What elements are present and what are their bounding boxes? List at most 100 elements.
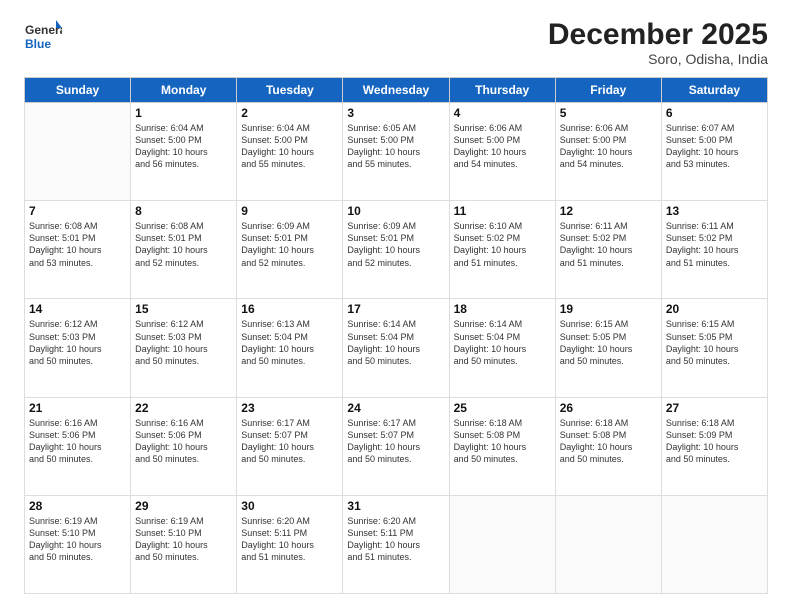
day-number: 27 <box>666 401 763 415</box>
day-number: 10 <box>347 204 444 218</box>
calendar-day-cell: 25 Sunrise: 6:18 AMSunset: 5:08 PMDayligh… <box>449 397 555 495</box>
day-number: 30 <box>241 499 338 513</box>
calendar-day-cell <box>555 495 661 593</box>
calendar-day-cell: 26 Sunrise: 6:18 AMSunset: 5:08 PMDayligh… <box>555 397 661 495</box>
day-info: Sunrise: 6:11 AMSunset: 5:02 PMDaylight:… <box>666 220 763 269</box>
day-number: 8 <box>135 204 232 218</box>
calendar-day-cell: 23 Sunrise: 6:17 AMSunset: 5:07 PMDayligh… <box>237 397 343 495</box>
calendar-day-cell: 10 Sunrise: 6:09 AMSunset: 5:01 PMDayligh… <box>343 201 449 299</box>
day-number: 6 <box>666 106 763 120</box>
day-info: Sunrise: 6:18 AMSunset: 5:09 PMDaylight:… <box>666 417 763 466</box>
month-title: December 2025 <box>548 18 768 51</box>
day-number: 23 <box>241 401 338 415</box>
day-info: Sunrise: 6:12 AMSunset: 5:03 PMDaylight:… <box>135 318 232 367</box>
day-info: Sunrise: 6:05 AMSunset: 5:00 PMDaylight:… <box>347 122 444 171</box>
day-info: Sunrise: 6:19 AMSunset: 5:10 PMDaylight:… <box>29 515 126 564</box>
day-number: 17 <box>347 302 444 316</box>
day-info: Sunrise: 6:17 AMSunset: 5:07 PMDaylight:… <box>347 417 444 466</box>
calendar-table: Sunday Monday Tuesday Wednesday Thursday… <box>24 77 768 594</box>
calendar-day-cell: 20 Sunrise: 6:15 AMSunset: 5:05 PMDayligh… <box>661 299 767 397</box>
day-number: 11 <box>454 204 551 218</box>
calendar-day-cell: 14Sunrise: 6:12 AMSunset: 5:03 PMDayligh… <box>25 299 131 397</box>
calendar-day-cell: 18Sunrise: 6:14 AMSunset: 5:04 PMDayligh… <box>449 299 555 397</box>
day-number: 28 <box>29 499 126 513</box>
day-number: 19 <box>560 302 657 316</box>
day-number: 24 <box>347 401 444 415</box>
day-number: 15 <box>135 302 232 316</box>
day-number: 31 <box>347 499 444 513</box>
calendar-day-cell <box>661 495 767 593</box>
day-info: Sunrise: 6:08 AMSunset: 5:01 PMDaylight:… <box>29 220 126 269</box>
calendar-day-cell: 3 Sunrise: 6:05 AMSunset: 5:00 PMDaylight… <box>343 103 449 201</box>
day-info: Sunrise: 6:10 AMSunset: 5:02 PMDaylight:… <box>454 220 551 269</box>
day-number: 21 <box>29 401 126 415</box>
day-info: Sunrise: 6:06 AMSunset: 5:00 PMDaylight:… <box>454 122 551 171</box>
calendar-day-cell: 5Sunrise: 6:06 AMSunset: 5:00 PMDaylight… <box>555 103 661 201</box>
day-number: 5 <box>560 106 657 120</box>
logo-icon: General Blue <box>24 18 62 56</box>
logo: General Blue <box>24 18 62 61</box>
day-info: Sunrise: 6:20 AMSunset: 5:11 PMDaylight:… <box>241 515 338 564</box>
day-number: 13 <box>666 204 763 218</box>
calendar-day-cell: 21 Sunrise: 6:16 AMSunset: 5:06 PMDayligh… <box>25 397 131 495</box>
day-info: Sunrise: 6:12 AMSunset: 5:03 PMDaylight:… <box>29 318 126 367</box>
header: General Blue December 2025 Soro, Odisha,… <box>24 18 768 67</box>
day-info: Sunrise: 6:18 AMSunset: 5:08 PMDaylight:… <box>454 417 551 466</box>
day-info: Sunrise: 6:04 AMSunset: 5:00 PMDaylight:… <box>135 122 232 171</box>
day-number: 25 <box>454 401 551 415</box>
calendar-day-cell: 11 Sunrise: 6:10 AMSunset: 5:02 PMDayligh… <box>449 201 555 299</box>
day-info: Sunrise: 6:15 AMSunset: 5:05 PMDaylight:… <box>666 318 763 367</box>
day-number: 9 <box>241 204 338 218</box>
day-info: Sunrise: 6:09 AMSunset: 5:01 PMDaylight:… <box>241 220 338 269</box>
day-number: 3 <box>347 106 444 120</box>
day-info: Sunrise: 6:16 AMSunset: 5:06 PMDaylight:… <box>135 417 232 466</box>
day-info: Sunrise: 6:09 AMSunset: 5:01 PMDaylight:… <box>347 220 444 269</box>
week-row-2: 7Sunrise: 6:08 AMSunset: 5:01 PMDaylight… <box>25 201 768 299</box>
col-tuesday: Tuesday <box>237 78 343 103</box>
day-number: 20 <box>666 302 763 316</box>
week-row-1: 1 Sunrise: 6:04 AMSunset: 5:00 PMDaylight… <box>25 103 768 201</box>
day-info: Sunrise: 6:04 AMSunset: 5:00 PMDaylight:… <box>241 122 338 171</box>
col-wednesday: Wednesday <box>343 78 449 103</box>
day-info: Sunrise: 6:19 AMSunset: 5:10 PMDaylight:… <box>135 515 232 564</box>
col-thursday: Thursday <box>449 78 555 103</box>
calendar-day-cell: 15 Sunrise: 6:12 AMSunset: 5:03 PMDayligh… <box>131 299 237 397</box>
day-info: Sunrise: 6:16 AMSunset: 5:06 PMDaylight:… <box>29 417 126 466</box>
week-row-4: 21 Sunrise: 6:16 AMSunset: 5:06 PMDayligh… <box>25 397 768 495</box>
calendar-day-cell: 22 Sunrise: 6:16 AMSunset: 5:06 PMDayligh… <box>131 397 237 495</box>
calendar-day-cell <box>25 103 131 201</box>
day-number: 18 <box>454 302 551 316</box>
col-sunday: Sunday <box>25 78 131 103</box>
calendar-day-cell <box>449 495 555 593</box>
day-info: Sunrise: 6:07 AMSunset: 5:00 PMDaylight:… <box>666 122 763 171</box>
day-number: 22 <box>135 401 232 415</box>
svg-text:Blue: Blue <box>25 37 51 51</box>
day-number: 2 <box>241 106 338 120</box>
calendar-day-cell: 31 Sunrise: 6:20 AMSunset: 5:11 PMDayligh… <box>343 495 449 593</box>
week-row-3: 14Sunrise: 6:12 AMSunset: 5:03 PMDayligh… <box>25 299 768 397</box>
day-info: Sunrise: 6:18 AMSunset: 5:08 PMDaylight:… <box>560 417 657 466</box>
calendar-day-cell: 16Sunrise: 6:13 AMSunset: 5:04 PMDayligh… <box>237 299 343 397</box>
calendar-day-cell: 13 Sunrise: 6:11 AMSunset: 5:02 PMDayligh… <box>661 201 767 299</box>
day-number: 12 <box>560 204 657 218</box>
day-number: 26 <box>560 401 657 415</box>
day-info: Sunrise: 6:17 AMSunset: 5:07 PMDaylight:… <box>241 417 338 466</box>
day-info: Sunrise: 6:13 AMSunset: 5:04 PMDaylight:… <box>241 318 338 367</box>
calendar-day-cell: 17 Sunrise: 6:14 AMSunset: 5:04 PMDayligh… <box>343 299 449 397</box>
title-block: December 2025 Soro, Odisha, India <box>548 18 768 67</box>
day-info: Sunrise: 6:14 AMSunset: 5:04 PMDaylight:… <box>347 318 444 367</box>
location: Soro, Odisha, India <box>548 51 768 67</box>
calendar-header-row: Sunday Monday Tuesday Wednesday Thursday… <box>25 78 768 103</box>
calendar-day-cell: 6 Sunrise: 6:07 AMSunset: 5:00 PMDaylight… <box>661 103 767 201</box>
calendar-day-cell: 7Sunrise: 6:08 AMSunset: 5:01 PMDaylight… <box>25 201 131 299</box>
page: General Blue December 2025 Soro, Odisha,… <box>0 0 792 612</box>
day-info: Sunrise: 6:08 AMSunset: 5:01 PMDaylight:… <box>135 220 232 269</box>
day-info: Sunrise: 6:20 AMSunset: 5:11 PMDaylight:… <box>347 515 444 564</box>
week-row-5: 28 Sunrise: 6:19 AMSunset: 5:10 PMDayligh… <box>25 495 768 593</box>
col-friday: Friday <box>555 78 661 103</box>
col-monday: Monday <box>131 78 237 103</box>
calendar-day-cell: 1 Sunrise: 6:04 AMSunset: 5:00 PMDaylight… <box>131 103 237 201</box>
calendar-day-cell: 28 Sunrise: 6:19 AMSunset: 5:10 PMDayligh… <box>25 495 131 593</box>
day-info: Sunrise: 6:11 AMSunset: 5:02 PMDaylight:… <box>560 220 657 269</box>
day-number: 1 <box>135 106 232 120</box>
